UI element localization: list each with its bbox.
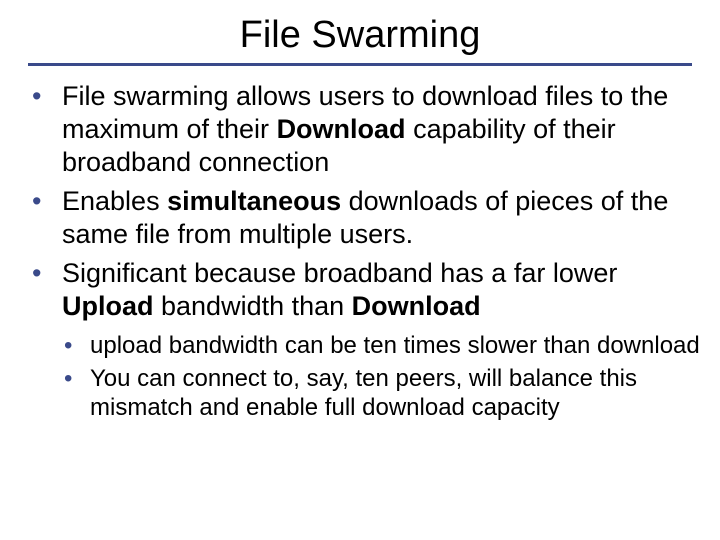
bullet-bold: Upload [62,291,154,321]
bullet-text: bandwidth than [154,291,352,321]
main-bullet-list: File swarming allows users to download f… [20,80,700,323]
bullet-text: Significant because broadband has a far … [62,258,617,288]
bullet-item: File swarming allows users to download f… [56,80,700,179]
bullet-text: Enables [62,186,167,216]
bullet-item: Enables simultaneous downloads of pieces… [56,185,700,251]
bullet-item: Significant because broadband has a far … [56,257,700,323]
bullet-bold: Download [277,114,406,144]
bullet-bold: Download [352,291,481,321]
slide-title: File Swarming [0,0,720,63]
title-rule [28,63,692,66]
sub-bullet-item: upload bandwidth can be ten times slower… [86,331,700,360]
slide: File Swarming File swarming allows users… [0,0,720,540]
bullet-bold: simultaneous [167,186,341,216]
sub-bullet-list: upload bandwidth can be ten times slower… [50,331,700,423]
sub-bullet-item: You can connect to, say, ten peers, will… [86,364,700,423]
